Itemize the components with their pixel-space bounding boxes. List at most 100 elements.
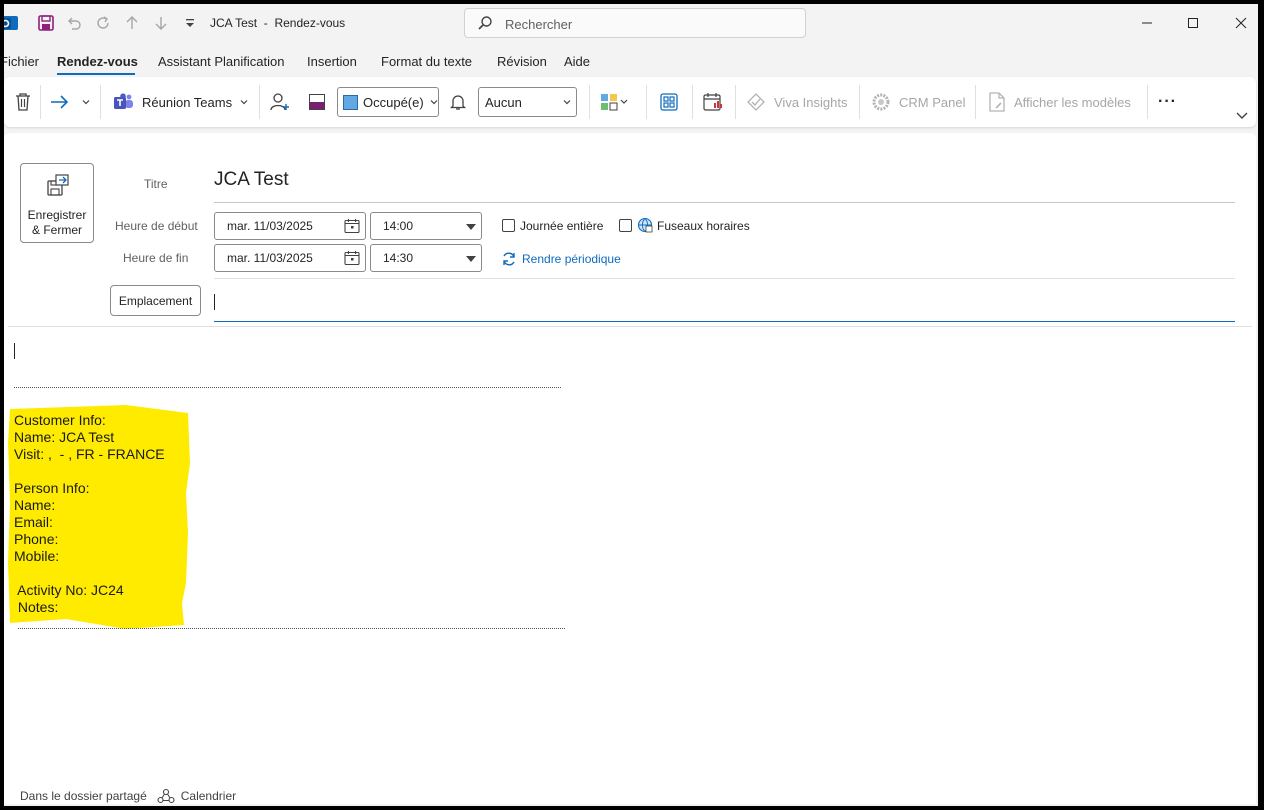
title-field[interactable]: JCA Test xyxy=(214,169,289,191)
start-time-label: Heure de début xyxy=(115,219,198,233)
search-input[interactable]: Rechercher xyxy=(505,17,572,32)
crm-panel-button[interactable]: CRM Panel xyxy=(871,90,965,114)
body-line: Phone: xyxy=(14,531,59,547)
window-title: JCA Test - Rendez-vous xyxy=(210,16,346,30)
categorize-icon[interactable] xyxy=(600,90,630,114)
minimize-icon[interactable] xyxy=(1136,12,1158,34)
tab-format-text[interactable]: Format du texte xyxy=(381,54,472,69)
all-day-checkbox[interactable] xyxy=(502,219,515,232)
start-date-value: mar. 11/03/2025 xyxy=(227,219,313,233)
viva-insights-icon xyxy=(746,92,766,112)
globe-icon xyxy=(637,217,653,236)
reminder-bell-icon xyxy=(449,90,467,114)
body-line: Email: xyxy=(14,514,53,530)
chevron-down-icon xyxy=(563,98,571,106)
body-divider xyxy=(8,326,1252,327)
save-and-close-label: Enregistrer & Fermer xyxy=(27,208,87,237)
ribbon-separator xyxy=(735,85,736,119)
active-tab-indicator xyxy=(57,73,135,75)
maximize-icon[interactable] xyxy=(1182,12,1204,34)
ribbon-separator xyxy=(975,85,976,119)
save-and-close-button[interactable]: Enregistrer & Fermer xyxy=(20,163,94,243)
redo-icon[interactable] xyxy=(93,13,113,33)
body-line: Activity No: JC24 xyxy=(14,582,124,598)
reminder-value: Aucun xyxy=(485,94,522,110)
make-recurring-link[interactable]: Rendre périodique xyxy=(501,251,621,267)
undo-icon[interactable] xyxy=(64,13,84,33)
more-options-button[interactable]: ··· xyxy=(1158,90,1177,114)
recurrence-icon xyxy=(501,251,517,267)
body-line: Visit: , - , FR - FRANCE xyxy=(14,446,165,462)
tab-file[interactable]: Fichier xyxy=(4,54,39,69)
all-day-label: Journée entière xyxy=(520,219,604,233)
calendar-folder-link[interactable]: Calendrier xyxy=(181,789,236,803)
search-box[interactable]: Rechercher xyxy=(464,8,806,38)
forward-dropdown-icon[interactable] xyxy=(82,90,90,114)
calendar-icon[interactable] xyxy=(344,218,360,237)
ribbon: Réunion Teams Occupé(e) Aucun Viva Insig… xyxy=(4,77,1256,127)
start-time-value: 14:00 xyxy=(383,219,414,233)
search-icon xyxy=(477,15,493,34)
show-as-color-icon[interactable] xyxy=(308,90,326,114)
end-date-picker[interactable]: mar. 11/03/2025 xyxy=(214,244,366,272)
location-button[interactable]: Emplacement xyxy=(110,285,201,316)
scheduling-poll-icon[interactable] xyxy=(702,90,724,114)
ribbon-separator xyxy=(646,85,647,119)
time-zones-label: Fuseaux horaires xyxy=(657,219,750,233)
crm-panel-icon xyxy=(871,92,891,112)
apps-grid-icon[interactable] xyxy=(659,90,679,114)
tab-appointment[interactable]: Rendez-vous xyxy=(57,54,138,69)
crm-panel-label: CRM Panel xyxy=(899,94,966,110)
end-time-label: Heure de fin xyxy=(123,251,189,265)
ribbon-separator xyxy=(40,85,41,119)
form-divider xyxy=(214,278,1235,279)
dropdown-arrow-icon xyxy=(466,224,476,230)
collapse-ribbon-icon[interactable] xyxy=(1236,103,1248,127)
teams-icon xyxy=(114,93,134,111)
arrow-up-icon[interactable] xyxy=(122,13,142,33)
status-bar: Dans le dossier partagé Calendrier xyxy=(20,788,236,804)
body-line: Customer Info: xyxy=(14,412,106,428)
time-zones-checkbox[interactable] xyxy=(619,219,632,232)
body-line: Name: JCA Test xyxy=(14,429,115,445)
shared-calendar-icon xyxy=(157,788,175,804)
invite-attendees-icon[interactable] xyxy=(270,90,290,114)
viva-insights-button[interactable]: Viva Insights xyxy=(746,90,847,114)
dropdown-arrow-icon xyxy=(466,256,476,262)
view-templates-button[interactable]: Afficher les modèles xyxy=(988,90,1131,114)
save-icon[interactable] xyxy=(36,13,56,33)
body-line: Notes: xyxy=(14,599,59,615)
ribbon-separator xyxy=(100,85,101,119)
viva-insights-label: Viva Insights xyxy=(774,94,848,110)
location-input[interactable] xyxy=(214,287,1235,322)
end-date-value: mar. 11/03/2025 xyxy=(227,251,313,265)
menu-tabs: Fichier Rendez-vous Assistant Planificat… xyxy=(4,50,1258,75)
dotted-separator xyxy=(14,387,561,388)
ribbon-separator xyxy=(1147,85,1148,119)
end-time-select[interactable]: 14:30 xyxy=(370,244,482,272)
body-line: Person Info: xyxy=(14,480,90,496)
delete-icon[interactable] xyxy=(14,90,32,114)
body-line: Mobile: xyxy=(14,548,60,564)
forward-icon[interactable] xyxy=(50,90,70,114)
close-icon[interactable] xyxy=(1230,12,1252,34)
show-as-select[interactable]: Occupé(e) xyxy=(337,87,439,117)
arrow-down-icon[interactable] xyxy=(151,13,171,33)
tab-review[interactable]: Révision xyxy=(497,54,547,69)
body-line: Name: xyxy=(14,497,56,513)
body-text-cursor xyxy=(14,343,15,359)
title-underline xyxy=(214,202,1235,203)
teams-meeting-button[interactable]: Réunion Teams xyxy=(114,90,248,114)
ribbon-separator xyxy=(692,85,693,119)
start-time-select[interactable]: 14:00 xyxy=(370,212,482,240)
customize-qat-icon[interactable] xyxy=(180,13,200,33)
tab-help[interactable]: Aide xyxy=(564,54,590,69)
busy-color-icon xyxy=(343,94,358,110)
teams-meeting-label: Réunion Teams xyxy=(142,94,233,110)
calendar-icon[interactable] xyxy=(344,250,360,269)
tab-insert[interactable]: Insertion xyxy=(307,54,357,69)
show-as-value: Occupé(e) xyxy=(363,94,424,110)
reminder-select[interactable]: Aucun xyxy=(478,87,577,117)
tab-scheduling-assistant[interactable]: Assistant Planification xyxy=(158,54,284,69)
start-date-picker[interactable]: mar. 11/03/2025 xyxy=(214,212,366,240)
